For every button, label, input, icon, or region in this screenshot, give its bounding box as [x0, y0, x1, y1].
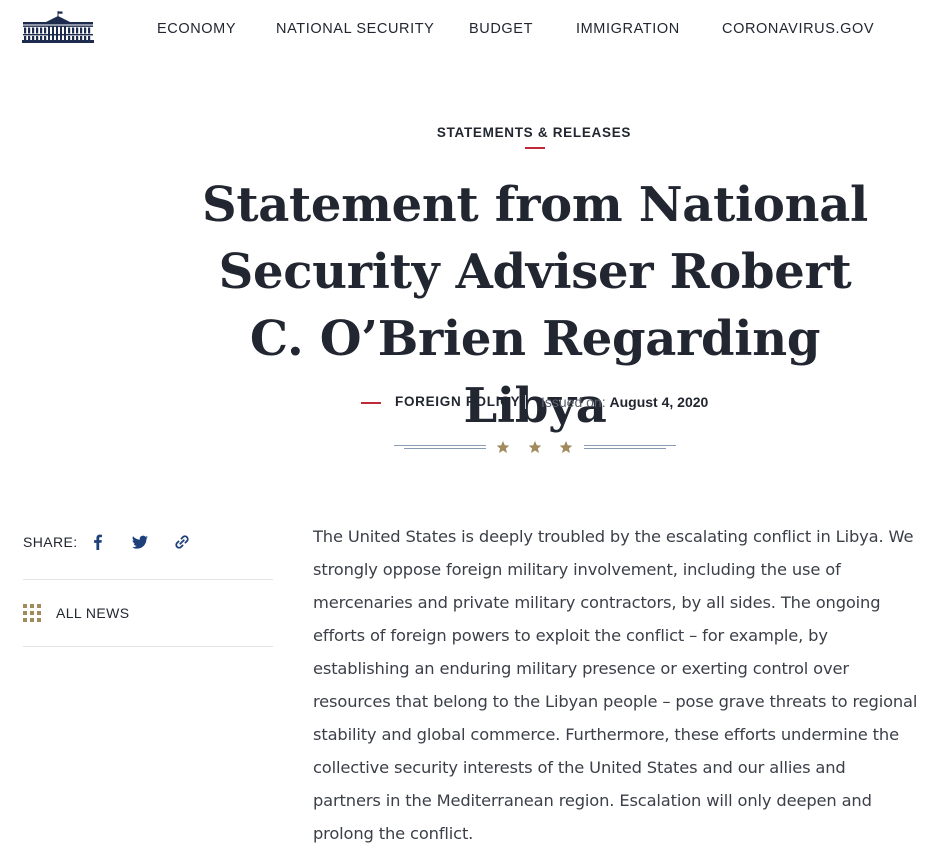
twitter-share-button[interactable]: [129, 531, 151, 553]
white-house-logo[interactable]: [22, 11, 94, 43]
stars-ornament-icon: [394, 441, 676, 453]
twitter-icon: [132, 535, 149, 549]
kicker-underline: [525, 147, 545, 149]
sidebar-divider-top: [23, 579, 273, 580]
nav-item-immigration[interactable]: IMMIGRATION: [576, 20, 680, 38]
nav-item-national-security[interactable]: NATIONAL SECURITY: [276, 20, 434, 38]
all-news-label: ALL NEWS: [56, 605, 130, 621]
issued-on: Issued on: August 4, 2020: [541, 393, 708, 411]
facebook-icon: [94, 534, 102, 550]
category-link[interactable]: FOREIGN POLICY: [395, 393, 520, 411]
site-header: ECONOMY NATIONAL SECURITY BUDGET IMMIGRA…: [0, 0, 949, 58]
grid-icon: [23, 604, 41, 622]
share-label: SHARE:: [23, 534, 78, 550]
article-meta: FOREIGN POLICY Issued on: August 4, 2020: [0, 393, 949, 411]
article-body: The United States is deeply troubled by …: [313, 527, 918, 843]
sidebar-divider-bottom: [23, 646, 273, 647]
nav-item-budget[interactable]: BUDGET: [469, 20, 533, 38]
link-icon: [175, 535, 189, 549]
star-divider: [394, 436, 676, 458]
nav-item-coronavirus[interactable]: CORONAVIRUS.GOV: [722, 20, 874, 38]
category-dash: [361, 402, 381, 404]
meta-separator: [525, 395, 526, 409]
nav-item-economy[interactable]: ECONOMY: [157, 20, 236, 38]
copy-link-button[interactable]: [171, 531, 193, 553]
facebook-share-button[interactable]: [87, 531, 109, 553]
issued-date: August 4, 2020: [609, 394, 709, 410]
section-kicker[interactable]: STATEMENTS & RELEASES: [314, 124, 754, 142]
issued-label: Issued on:: [541, 394, 606, 410]
white-house-icon: [22, 11, 94, 43]
